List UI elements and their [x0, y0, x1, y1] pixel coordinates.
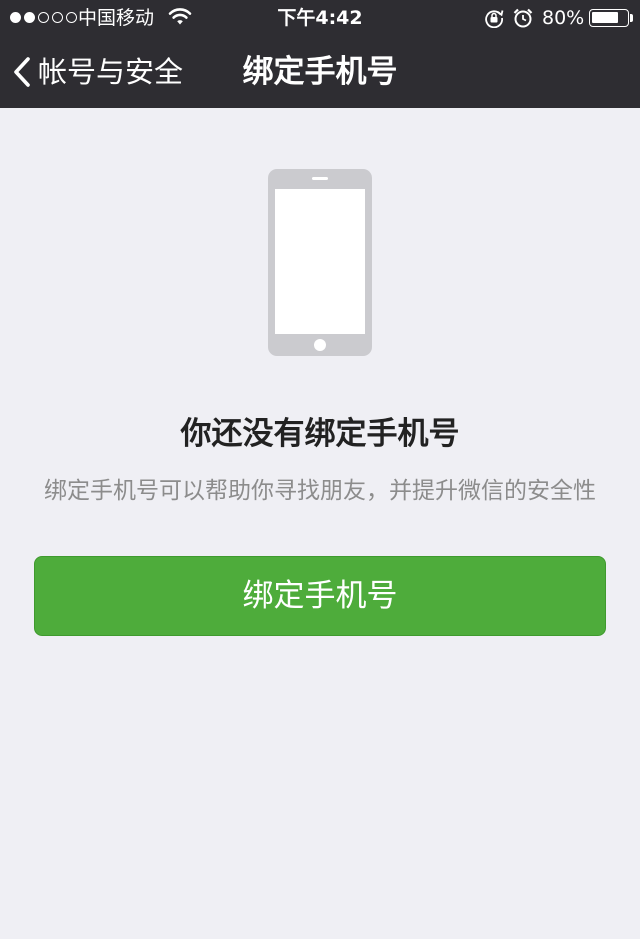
alarm-icon	[513, 8, 533, 28]
battery-cap	[630, 14, 633, 22]
chevron-left-icon	[14, 57, 30, 87]
smartphone-icon	[268, 169, 372, 356]
empty-state-description: 绑定手机号可以帮助你寻找朋友，并提升微信的安全性	[44, 478, 596, 504]
nav-bar: 帐号与安全 绑定手机号	[0, 36, 640, 108]
back-button[interactable]: 帐号与安全	[12, 52, 183, 92]
battery-level-fill	[592, 12, 618, 23]
empty-state-headline: 你还没有绑定手机号	[180, 416, 460, 452]
battery-percent: 80%	[542, 7, 585, 29]
battery-icon	[589, 9, 629, 27]
bind-phone-button[interactable]: 绑定手机号	[34, 556, 606, 636]
top-bar: 中国移动 下午4:42 80% 帐号与安全 绑定手机号	[0, 0, 640, 108]
rotation-lock-icon	[485, 10, 504, 28]
status-bar: 中国移动 下午4:42 80%	[0, 0, 640, 36]
page-title: 绑定手机号	[242, 54, 398, 90]
